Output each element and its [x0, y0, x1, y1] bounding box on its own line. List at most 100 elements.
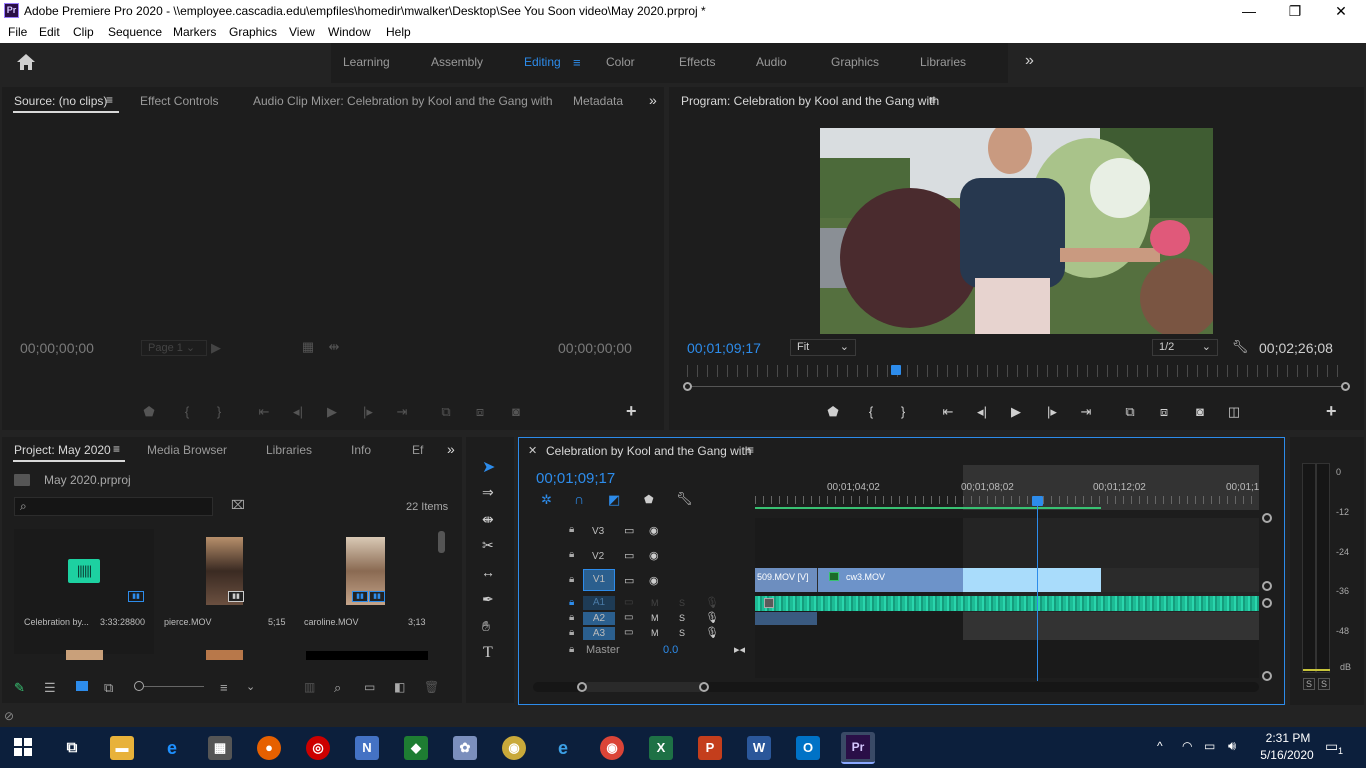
project-search-input[interactable]: ⌕ — [14, 497, 213, 516]
timeline-timecode[interactable]: 00;01;09;17 — [536, 470, 615, 487]
onenote-icon[interactable]: N — [355, 736, 379, 760]
go-to-end-icon[interactable]: ▸◂ — [734, 643, 745, 656]
app-icon[interactable]: ◆ — [404, 736, 428, 760]
film-icon[interactable]: ▭ — [624, 612, 633, 623]
play-icon[interactable]: ▶ — [323, 404, 341, 420]
project-item-pierce[interactable]: ▮▮ pierce.MOV 5;15 — [154, 529, 294, 654]
new-bin-icon[interactable]: ▭ — [364, 680, 375, 694]
firefox-icon[interactable]: ● — [257, 736, 281, 760]
program-title[interactable]: Program: Celebration by Kool and the Gan… — [681, 94, 939, 108]
clip-509-mov[interactable]: 509.MOV [V] — [755, 568, 817, 592]
program-playhead[interactable] — [891, 365, 901, 375]
source-timecode[interactable]: 00;00;00;00 — [20, 340, 94, 356]
step-back-icon[interactable]: ◂| — [973, 404, 991, 420]
powerpoint-icon[interactable]: P — [698, 736, 722, 760]
mark-in-icon[interactable]: { — [178, 404, 196, 419]
solo-left-button[interactable]: S — [1303, 678, 1315, 690]
program-timecode[interactable]: 00;01;09;17 — [687, 340, 761, 356]
audio-clip-509[interactable] — [755, 612, 817, 625]
selection-tool-icon[interactable]: ➤ — [482, 457, 495, 477]
mute-button[interactable]: M — [651, 598, 659, 608]
microphone-icon[interactable]: 🎙︎ — [705, 611, 719, 624]
menu-clip[interactable]: Clip — [73, 25, 94, 39]
clock-time[interactable]: 2:31 PM — [1258, 731, 1318, 745]
project-item-caroline[interactable]: ▮▮ ▮▮ caroline.MOV 3;13 — [294, 529, 434, 654]
audio-clip-celebration[interactable] — [755, 596, 1259, 611]
tab-assembly[interactable]: Assembly — [431, 55, 483, 69]
ripple-edit-icon[interactable]: ⇼ — [482, 511, 494, 528]
tab-learning[interactable]: Learning — [343, 55, 390, 69]
home-icon[interactable] — [16, 53, 38, 73]
workspace-menu-icon[interactable]: ≡ — [573, 55, 581, 70]
step-back-icon[interactable]: ◂| — [289, 404, 307, 420]
tab-effects[interactable]: Ef — [412, 443, 423, 457]
new-search-bin-icon[interactable]: ⌧ — [231, 498, 245, 512]
type-tool-icon[interactable]: T — [483, 644, 493, 662]
solo-button[interactable]: S — [679, 628, 685, 638]
eye-icon[interactable]: ◉ — [649, 574, 659, 587]
film-icon[interactable]: ▭ — [624, 597, 633, 608]
microphone-icon[interactable]: 🎙︎ — [705, 596, 719, 609]
new-item-icon[interactable]: ◧ — [394, 680, 405, 694]
lock-icon[interactable]: 🔒︎ — [569, 597, 574, 608]
app-icon[interactable]: ✿ — [453, 736, 477, 760]
track-a1-label[interactable]: A1 — [583, 596, 615, 610]
tab-libraries[interactable]: Libraries — [920, 55, 966, 69]
film-icon[interactable]: ▭ — [624, 524, 634, 537]
tab-audio[interactable]: Audio — [756, 55, 787, 69]
zoom-slider-handle[interactable] — [134, 681, 144, 691]
microphone-icon[interactable]: 🎙︎ — [705, 626, 719, 639]
list-view-icon[interactable]: ☰ — [44, 680, 56, 696]
mark-in-icon[interactable]: { — [862, 404, 880, 419]
lock-icon[interactable]: 🔒︎ — [569, 574, 574, 585]
internet-explorer-icon[interactable]: e — [551, 736, 575, 760]
tab-color[interactable]: Color — [606, 55, 635, 69]
fit-dropdown[interactable]: Fit ⌄ — [790, 339, 856, 356]
horizontal-zoom-handle-right[interactable] — [699, 682, 709, 692]
timeline-title[interactable]: Celebration by Kool and the Gang with — [546, 444, 751, 458]
track-select-icon[interactable]: ⇒ — [482, 484, 494, 501]
more-panels-icon[interactable]: » — [649, 92, 657, 108]
more-panels-icon[interactable]: » — [447, 441, 455, 457]
film-icon[interactable]: ▭ — [624, 574, 634, 587]
lock-icon[interactable]: 🔒︎ — [569, 549, 574, 560]
pencil-icon[interactable]: ✎ — [14, 680, 25, 696]
tab-effect-controls[interactable]: Effect Controls — [140, 94, 218, 108]
program-ruler[interactable] — [687, 365, 1347, 377]
lock-icon[interactable]: 🔒︎ — [569, 644, 574, 655]
status-icon[interactable]: ⊘ — [4, 709, 14, 723]
timeline-playhead[interactable] — [1037, 496, 1038, 681]
mute-button[interactable]: M — [651, 628, 659, 638]
video-preview[interactable] — [820, 128, 1213, 334]
tab-graphics[interactable]: Graphics — [831, 55, 879, 69]
timeline-settings-icon[interactable]: 🔧︎ — [676, 491, 693, 507]
track-v1-label[interactable]: V1 — [583, 569, 615, 591]
lift-icon[interactable]: ⧉ — [1121, 404, 1139, 420]
zoom-slider[interactable] — [144, 686, 204, 687]
outlook-icon[interactable]: O — [796, 736, 820, 760]
menu-file[interactable]: File — [8, 25, 27, 39]
film-icon[interactable]: ▭ — [624, 549, 634, 562]
horizontal-zoom-handle-left[interactable] — [577, 682, 587, 692]
menu-window[interactable]: Window — [328, 25, 371, 39]
excel-icon[interactable]: X — [649, 736, 673, 760]
battery-icon[interactable]: ▭ — [1204, 739, 1215, 753]
pen-tool-icon[interactable]: ✒ — [482, 591, 494, 608]
lock-icon[interactable]: 🔒︎ — [569, 627, 574, 638]
freeform-view-icon[interactable]: ⧉ — [104, 680, 113, 696]
trash-icon[interactable]: 🗑︎ — [424, 680, 439, 694]
tab-metadata[interactable]: Metadata — [573, 94, 623, 108]
word-icon[interactable]: W — [747, 736, 771, 760]
menu-markers[interactable]: Markers — [173, 25, 216, 39]
slip-tool-icon[interactable]: ↔ — [481, 564, 495, 580]
grid-icon[interactable]: ▦ — [299, 339, 317, 355]
tab-libraries[interactable]: Libraries — [266, 443, 312, 457]
hand-tool-icon[interactable]: ✋︎ — [482, 618, 490, 635]
lock-icon[interactable]: 🔒︎ — [569, 612, 574, 623]
go-to-out-icon[interactable]: ⇥ — [393, 404, 411, 420]
eye-icon[interactable]: ◉ — [649, 549, 659, 562]
step-forward-icon[interactable]: |▸ — [1043, 404, 1061, 420]
go-to-in-icon[interactable]: ⇤ — [255, 404, 273, 420]
track-v2-label[interactable]: V2 — [592, 551, 604, 562]
edge-icon[interactable]: e — [160, 736, 184, 760]
